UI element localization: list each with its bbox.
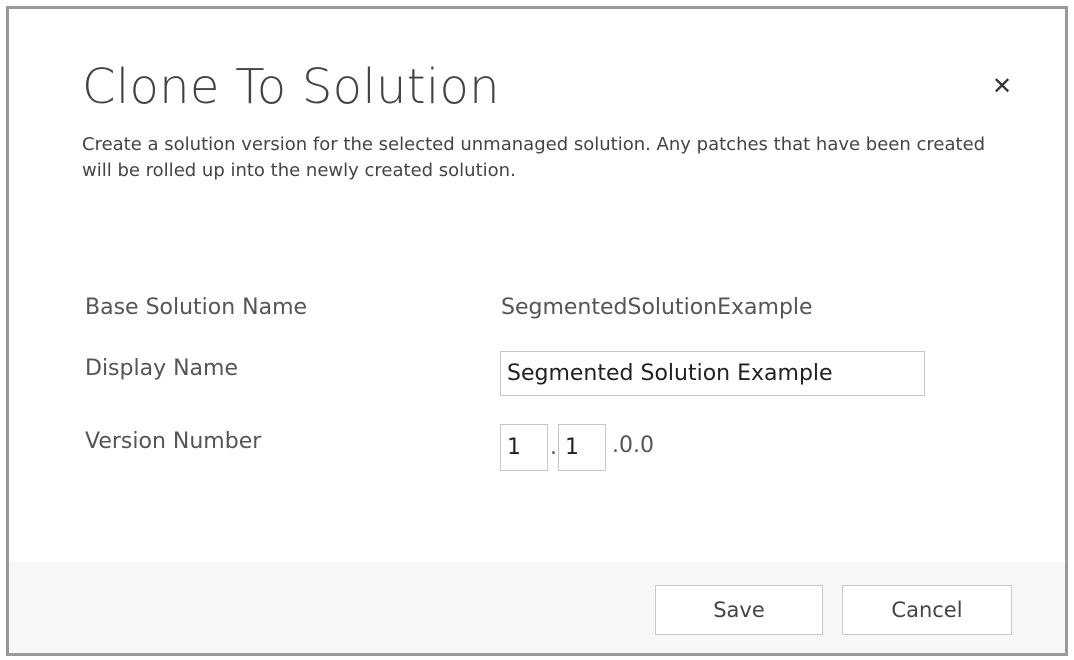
version-number-label: Version Number [85, 429, 262, 454]
base-solution-name-value: SegmentedSolutionExample [501, 295, 813, 320]
version-suffix: .0.0 [612, 433, 654, 458]
version-separator: . [550, 435, 557, 460]
version-major-field[interactable] [500, 424, 548, 471]
save-button[interactable]: Save [655, 585, 823, 635]
dialog-description: Create a solution version for the select… [82, 134, 986, 181]
display-name-label: Display Name [85, 356, 238, 381]
dialog-footer: Save Cancel [9, 562, 1065, 653]
dialog-title: Clone To Solution [82, 59, 500, 115]
base-solution-name-label: Base Solution Name [85, 295, 308, 320]
cancel-button[interactable]: Cancel [842, 585, 1012, 635]
clone-to-solution-dialog: Clone To Solution ✕ Create a solution ve… [6, 6, 1068, 656]
version-minor-field[interactable] [558, 424, 606, 471]
display-name-field[interactable] [500, 351, 925, 396]
close-icon[interactable]: ✕ [987, 71, 1017, 101]
